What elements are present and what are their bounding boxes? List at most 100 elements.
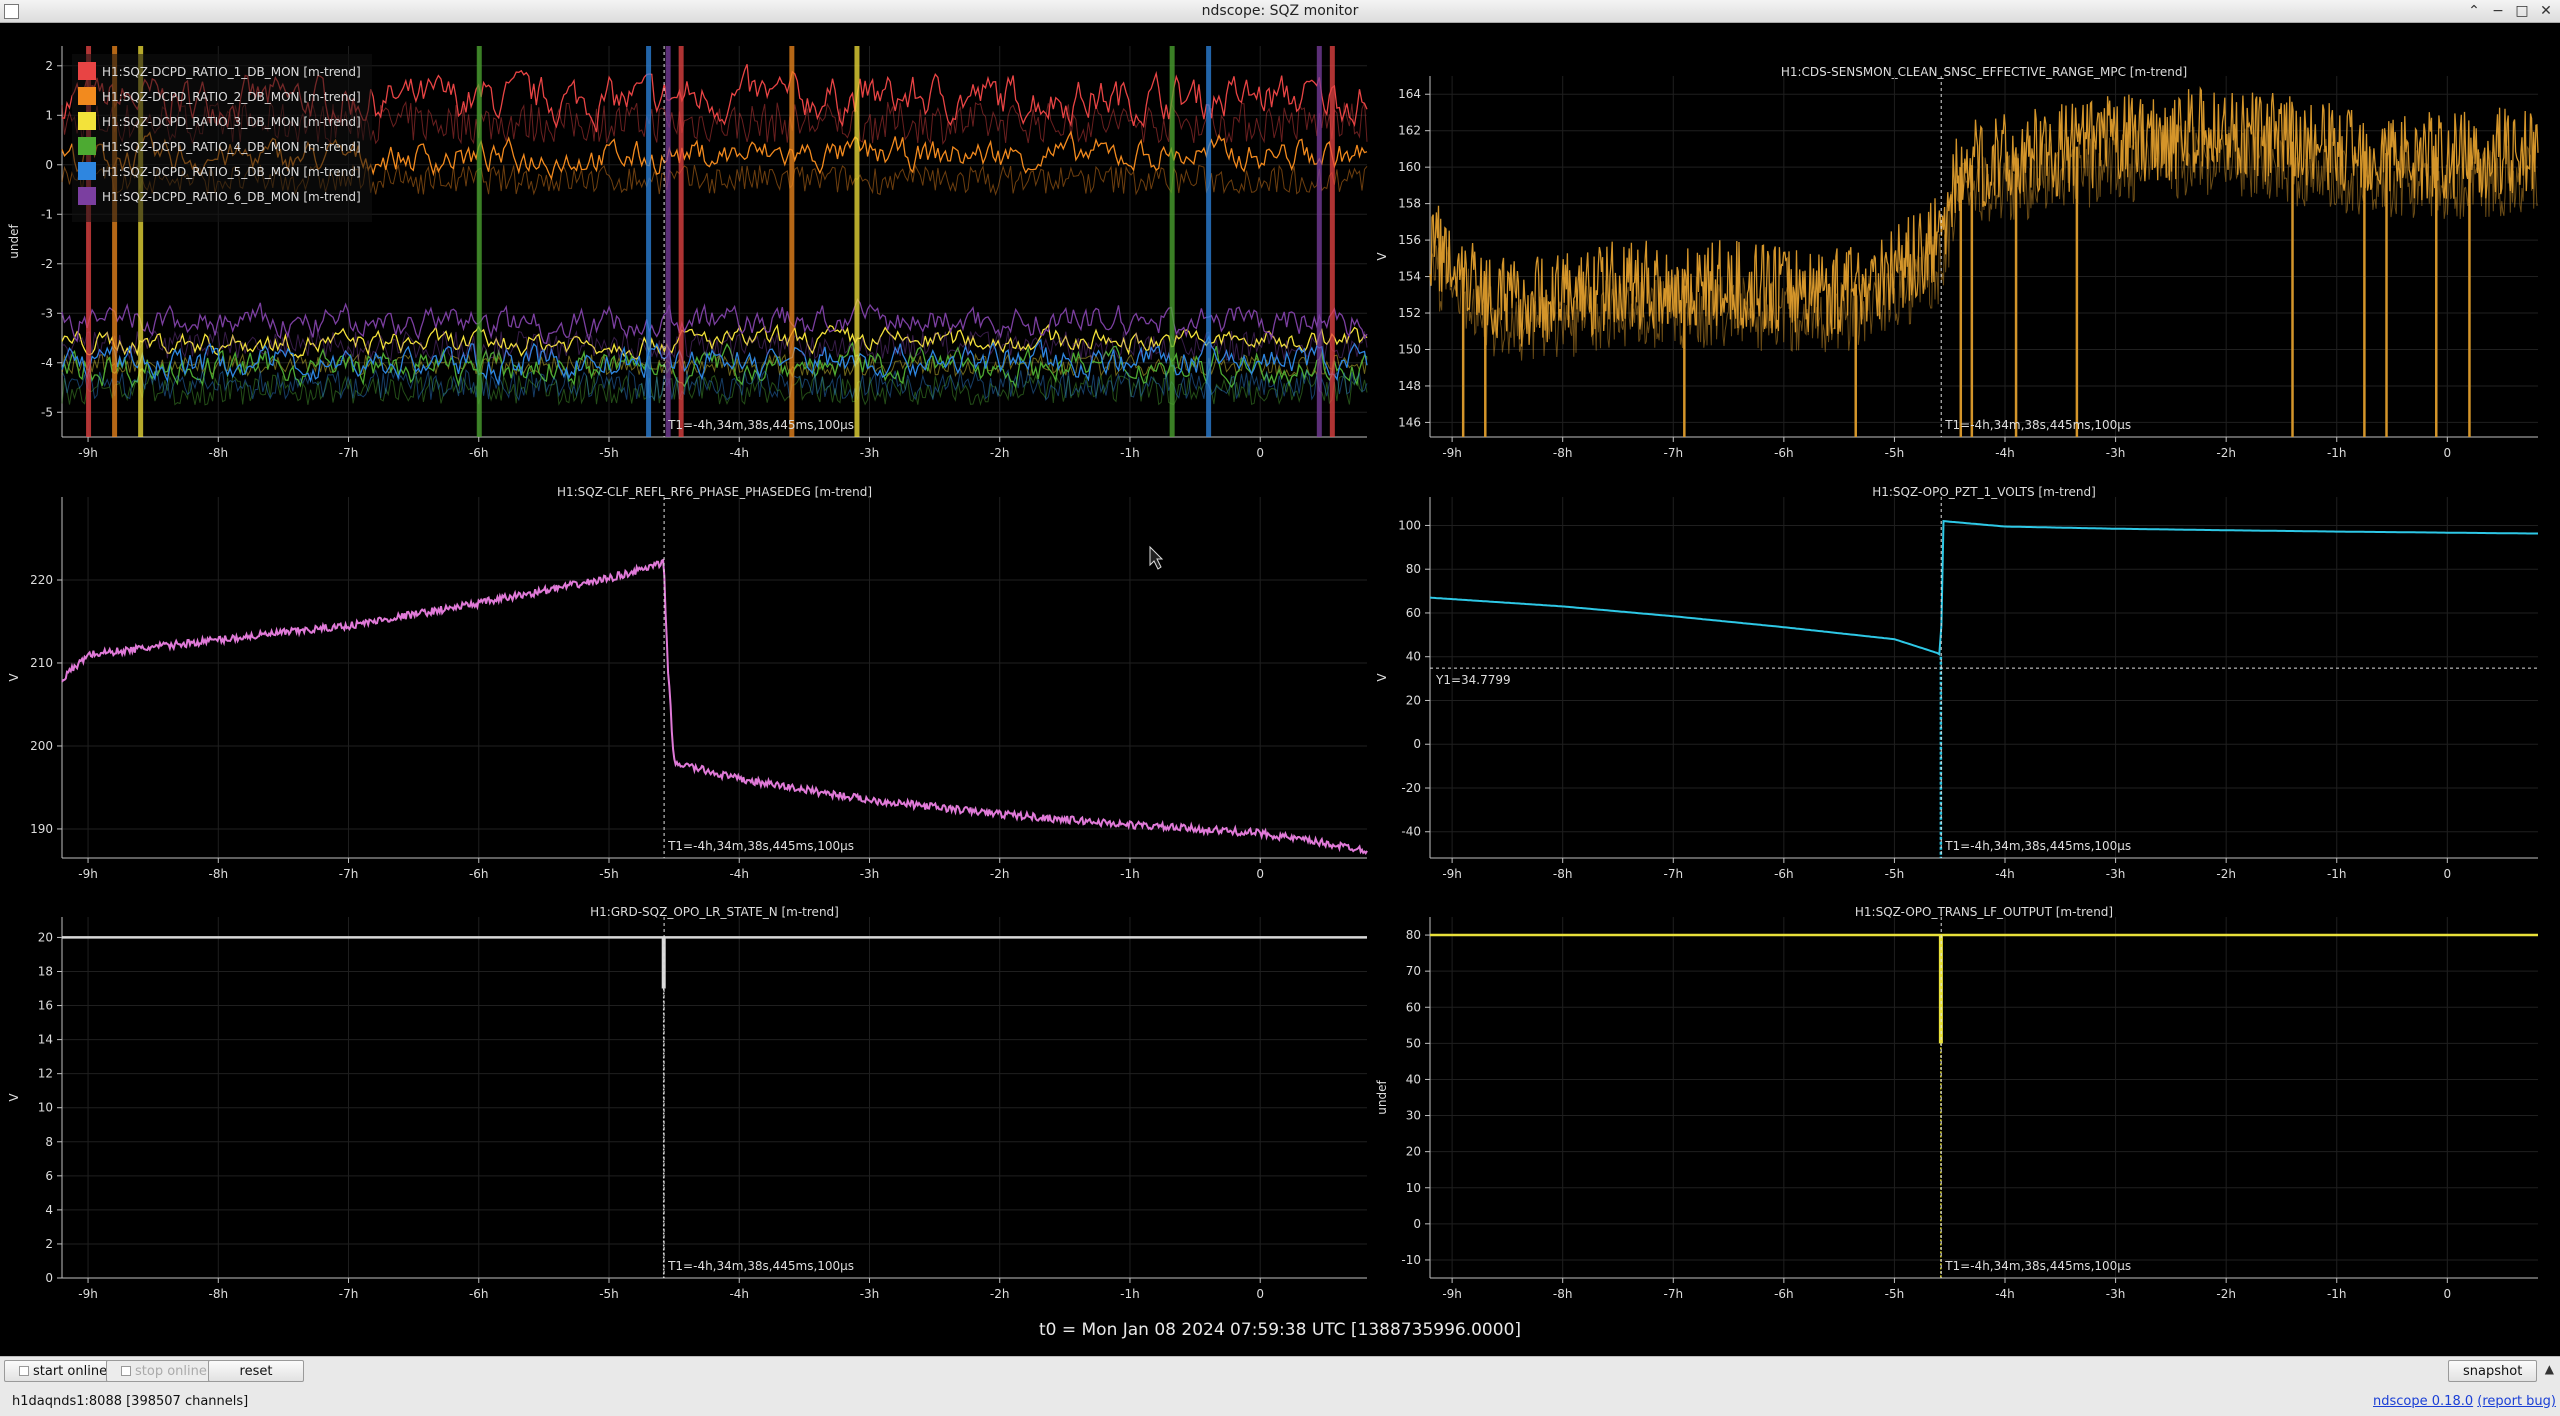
legend-swatch: [78, 162, 96, 180]
t1-cursor-label: T1=-4h,34m,38s,445ms,100µs: [1944, 1259, 2131, 1273]
x-tick-label: -3h: [860, 1287, 880, 1301]
series-line: [61, 558, 1368, 856]
x-tick-label: -9h: [78, 446, 98, 460]
plot-ratios: undef -9h -8h -7h -6h -5h -4h -3h -2h -1h 0 2 1 0 -1 -2…: [7, 46, 1368, 460]
y-tick-label: 160: [1398, 160, 1421, 174]
keep-above-icon[interactable]: ⌃: [2466, 0, 2482, 22]
y-tick-label: 60: [1406, 606, 1421, 620]
y-axis-label: V: [7, 1093, 21, 1102]
minimize-icon[interactable]: −: [2490, 0, 2506, 22]
plot-guard: H1:GRD-SQZ_OPO_LR_STATE_N [m-trend] V -9h -…: [7, 905, 1367, 1301]
window-title: ndscope: SQZ monitor: [1201, 3, 1359, 19]
legend-entry: H1:SQZ-DCPD_RATIO_2_DB_MON [m-trend]: [102, 90, 361, 104]
y-tick-label: 1: [45, 108, 53, 122]
x-tick-label: -2h: [2216, 446, 2236, 460]
glitch-band: [678, 46, 684, 437]
legend-entry: H1:SQZ-DCPD_RATIO_4_DB_MON [m-trend]: [102, 140, 361, 154]
plot-title: H1:SQZ-OPO_PZT_1_VOLTS [m-trend]: [1872, 485, 2096, 499]
y-tick-label: 6: [45, 1169, 53, 1183]
y-tick-label: 40: [1406, 650, 1421, 664]
t1-cursor-label: T1=-4h,34m,38s,445ms,100µs: [667, 1259, 854, 1273]
x-tick-label: -3h: [2106, 1287, 2126, 1301]
x-tick-label: -3h: [2106, 867, 2126, 881]
x-tick-label: -4h: [729, 1287, 749, 1301]
legend-swatch: [78, 87, 96, 105]
expand-chevron-icon[interactable]: ▲: [2545, 1362, 2554, 1376]
plot-title: H1:SQZ-CLF_REFL_RF6_PHASE_PHASEDEG [m-tr…: [557, 485, 872, 499]
x-tick-label: -7h: [339, 446, 359, 460]
y-tick-label: 0: [45, 1271, 53, 1285]
control-bar: start online stop online reset snapshot …: [0, 1356, 2560, 1416]
x-tick-label: -9h: [1442, 446, 1462, 460]
glitch-band: [646, 46, 652, 437]
x-tick-label: -1h: [1120, 1287, 1140, 1301]
y-tick-label: 30: [1406, 1109, 1421, 1123]
version-links: ndscope 0.18.0 (report bug): [2373, 1390, 2556, 1414]
y-tick-label: 10: [1406, 1181, 1421, 1195]
reset-button[interactable]: reset: [208, 1360, 304, 1382]
y-tick-label: 80: [1406, 562, 1421, 576]
x-tick-label: -7h: [1663, 867, 1683, 881]
snapshot-button[interactable]: snapshot: [2448, 1360, 2538, 1382]
x-tick-label: 0: [2444, 1287, 2452, 1301]
status-bar: h1daqnds1:8088 [398507 channels] ndscope…: [0, 1390, 2560, 1414]
x-tick-label: -2h: [2216, 867, 2236, 881]
x-tick-label: 0: [2444, 446, 2452, 460]
window-titlebar: ndscope: SQZ monitor ⌃ − □ ✕: [0, 0, 2560, 23]
x-tick-label: -5h: [599, 867, 619, 881]
close-icon[interactable]: ✕: [2538, 0, 2554, 22]
stop-online-button[interactable]: stop online: [106, 1360, 222, 1382]
legend-entry: H1:SQZ-DCPD_RATIO_3_DB_MON [m-trend]: [102, 115, 361, 129]
glitch-band: [1316, 46, 1322, 437]
y-tick-label: 70: [1406, 964, 1421, 978]
plot-area[interactable]: undef-9h -8h -7h -6h -5h -4h -3h -2h -1h 0210-1-2…: [0, 24, 2560, 1314]
x-tick-label: -4h: [1995, 867, 2015, 881]
y-tick-label: 14: [38, 1033, 53, 1047]
y-axis-label: V: [1375, 252, 1389, 261]
y-axis-label: V: [1375, 673, 1389, 682]
y-tick-label: 150: [1398, 342, 1421, 356]
x-tick-label: -5h: [1885, 867, 1905, 881]
x-tick-label: -8h: [208, 867, 228, 881]
legend: H1:SQZ-DCPD_RATIO_1_DB_MON [m-trend] H1:S…: [72, 54, 372, 222]
y-tick-label: 0: [45, 158, 53, 172]
y-tick-label: 148: [1398, 379, 1421, 393]
maximize-icon[interactable]: □: [2514, 0, 2530, 22]
y-tick-label: 20: [38, 930, 53, 944]
version-link[interactable]: ndscope 0.18.0: [2373, 1394, 2473, 1409]
x-tick-label: -2h: [2216, 1287, 2236, 1301]
y-tick-label: -40: [1401, 825, 1421, 839]
plot-trans: H1:SQZ-OPO_TRANS_LF_OUTPUT [m-trend] unde…: [1375, 905, 2538, 1301]
glitch-band: [1169, 46, 1175, 437]
y-tick-label: 164: [1398, 87, 1421, 101]
app-icon: [4, 4, 19, 19]
legend-swatch: [78, 112, 96, 130]
x-tick-label: 0: [1256, 446, 1264, 460]
y-tick-label: 162: [1398, 124, 1421, 138]
y-tick-label: 0: [1413, 737, 1421, 751]
x-tick-label: -4h: [1995, 446, 2015, 460]
x-tick-label: -1h: [2327, 867, 2347, 881]
report-bug-link[interactable]: (report bug): [2477, 1394, 2556, 1409]
y-axis-label: undef: [7, 224, 21, 259]
x-tick-label: -4h: [1995, 1287, 2015, 1301]
x-tick-label: -9h: [78, 867, 98, 881]
y-tick-label: 16: [38, 999, 53, 1013]
x-tick-label: -3h: [2106, 446, 2126, 460]
y-tick-label: 50: [1406, 1036, 1421, 1050]
x-tick-label: -6h: [1774, 867, 1794, 881]
t1-cursor-label: T1=-4h,34m,38s,445ms,100µs: [667, 839, 854, 853]
x-tick-label: -1h: [2327, 1287, 2347, 1301]
start-online-button[interactable]: start online: [4, 1360, 123, 1382]
x-tick-label: -5h: [1885, 1287, 1905, 1301]
t0-label: t0 = Mon Jan 08 2024 07:59:38 UTC [13887…: [1038, 1320, 1522, 1340]
series-line: [1429, 86, 2539, 347]
y-tick-label: -10: [1401, 1253, 1421, 1267]
window-controls: ⌃ − □ ✕: [2466, 0, 2554, 22]
y-tick-label: 10: [38, 1101, 53, 1115]
y-tick-label: 0: [1413, 1217, 1421, 1231]
y-tick-label: 100: [1398, 518, 1421, 532]
x-tick-label: -5h: [599, 446, 619, 460]
x-tick-label: -8h: [208, 446, 228, 460]
glitch-band: [476, 46, 482, 437]
